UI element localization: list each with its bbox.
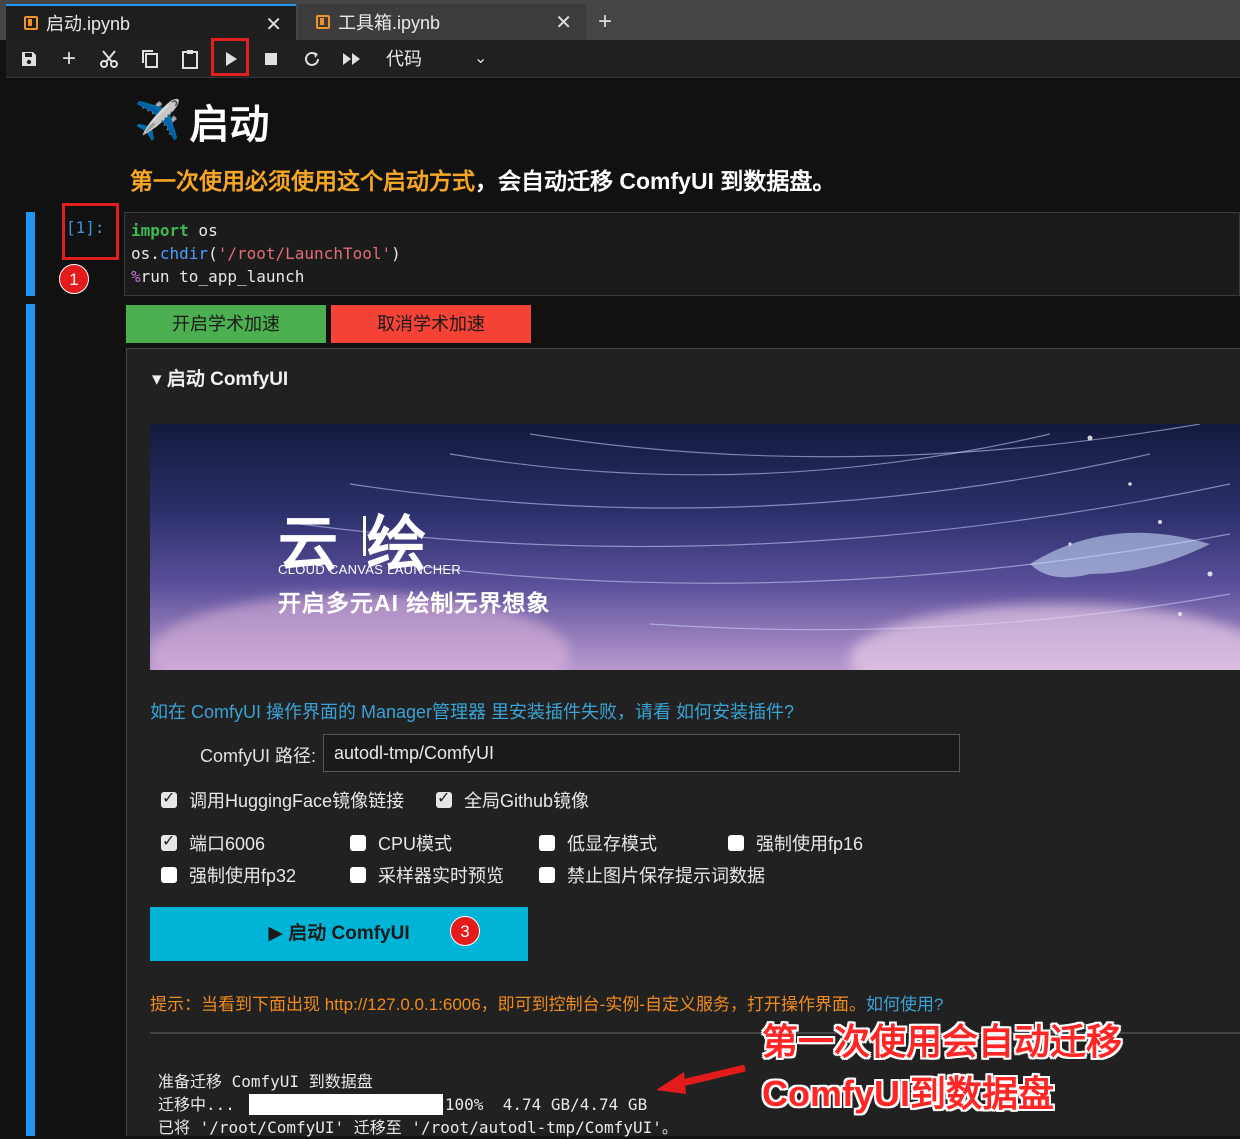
run-all-icon[interactable] bbox=[332, 40, 372, 78]
code-token: '/root/LaunchTool' bbox=[217, 244, 392, 263]
code-token: ) bbox=[391, 244, 401, 263]
checkbox-label: 强制使用fp32 bbox=[189, 866, 297, 886]
markdown-title: ✈️ 启动 bbox=[134, 92, 269, 150]
port-6006-checkbox[interactable]: 端口6006 bbox=[161, 830, 265, 856]
banner-separator bbox=[363, 516, 366, 556]
step-badge-1: 1 bbox=[59, 264, 89, 294]
tab-launch-notebook[interactable]: 启动.ipynb ✕ bbox=[6, 4, 296, 40]
code-token: ( bbox=[208, 244, 218, 263]
log-line: 迁移中... bbox=[158, 1095, 235, 1114]
new-tab-button[interactable]: + bbox=[590, 6, 620, 38]
notebook-icon bbox=[316, 15, 330, 29]
comfyui-path-input[interactable]: autodl-tmp/ComfyUI bbox=[323, 734, 960, 772]
plugin-help-link[interactable]: 如在 ComfyUI 操作界面的 Manager管理器 里安装插件失败，请看 如… bbox=[150, 698, 794, 724]
close-icon[interactable]: ✕ bbox=[265, 12, 282, 37]
restart-icon[interactable] bbox=[292, 40, 332, 78]
checkbox-box[interactable] bbox=[350, 867, 366, 883]
add-icon[interactable]: + bbox=[49, 40, 89, 78]
migration-progress-bar bbox=[249, 1094, 443, 1115]
checkbox-box[interactable] bbox=[728, 835, 744, 851]
banner-image: 云 绘 CLOUD CANVAS LAUNCHER 开启多元AI 绘制无界想象 bbox=[150, 424, 1240, 670]
checkbox-label: 禁止图片保存提示词数据 bbox=[567, 866, 765, 886]
checkbox-label: CPU模式 bbox=[378, 834, 453, 854]
annotation-line: ComfyUI到数据盘 bbox=[762, 1073, 1055, 1114]
code-token: run to_app_launch bbox=[140, 267, 305, 286]
chevron-down-icon[interactable]: ⌄ bbox=[474, 40, 487, 78]
code-token: os. bbox=[131, 244, 160, 263]
how-to-use-link[interactable]: 如何使用? bbox=[866, 995, 943, 1014]
tab-label: 工具箱.ipynb bbox=[338, 13, 441, 33]
low-vram-checkbox[interactable]: 低显存模式 bbox=[539, 830, 657, 856]
output-collapse-bar[interactable] bbox=[26, 304, 35, 1136]
code-token: chdir bbox=[159, 244, 209, 263]
log-line: 100% 4.74 GB/4.74 GB bbox=[444, 1095, 648, 1114]
checkbox-box[interactable] bbox=[436, 788, 452, 808]
subtitle-rest: ，会自动迁移 ComfyUI 到数据盘。 bbox=[475, 168, 836, 194]
cpu-mode-checkbox[interactable]: CPU模式 bbox=[350, 830, 452, 856]
code-editor[interactable]: import os os.chdir('/root/LaunchTool') %… bbox=[124, 212, 1240, 296]
disable-academic-acceleration-button[interactable]: 取消学术加速 bbox=[331, 305, 531, 343]
annotation-arrow-icon bbox=[656, 1064, 746, 1094]
airplane-icon: ✈️ bbox=[134, 100, 182, 142]
disable-metadata-checkbox[interactable]: 禁止图片保存提示词数据 bbox=[539, 862, 765, 888]
notebook-toolbar: + 代码 ⌄ bbox=[6, 40, 1240, 78]
annotation-line: 第一次使用会自动迁移 bbox=[762, 1021, 1123, 1062]
notebook-icon bbox=[24, 16, 38, 30]
details-summary-toggle[interactable]: ▾ 启动 ComfyUI bbox=[152, 364, 288, 391]
checkbox-box[interactable] bbox=[161, 867, 177, 883]
highlight-prompt-box bbox=[62, 203, 119, 260]
close-icon[interactable]: ✕ bbox=[555, 10, 572, 35]
whale-shape bbox=[1030, 532, 1210, 578]
banner-subtitle: CLOUD CANVAS LAUNCHER bbox=[278, 562, 462, 577]
checkbox-label: 调用HuggingFace镜像链接 bbox=[189, 791, 405, 811]
checkbox-box[interactable] bbox=[161, 788, 177, 808]
code-token: import bbox=[131, 221, 189, 240]
cell-selection-bar[interactable] bbox=[26, 212, 35, 296]
title-text: 启动 bbox=[189, 103, 270, 147]
code-token: % bbox=[131, 267, 141, 286]
checkbox-label: 全局Github镜像 bbox=[464, 791, 590, 811]
enable-academic-acceleration-button[interactable]: 开启学术加速 bbox=[126, 305, 326, 343]
copy-icon[interactable] bbox=[130, 40, 170, 78]
step-badge-3: 3 bbox=[450, 916, 480, 946]
tip-text: 提示：当看到下面出现 http://127.0.0.1:6006，即可到控制台-… bbox=[150, 990, 943, 1015]
cut-icon[interactable] bbox=[89, 40, 129, 78]
banner-slogan: 开启多元AI 绘制无界想象 bbox=[278, 590, 551, 616]
path-label: ComfyUI 路径: bbox=[200, 746, 317, 766]
checkbox-box[interactable] bbox=[350, 835, 366, 851]
checkbox-label: 低显存模式 bbox=[567, 834, 657, 854]
checkbox-label: 端口6006 bbox=[189, 834, 266, 854]
tip-body: 提示：当看到下面出现 http://127.0.0.1:6006，即可到控制台-… bbox=[150, 995, 867, 1014]
checkbox-box[interactable] bbox=[539, 835, 555, 851]
checkbox-box[interactable] bbox=[161, 831, 177, 851]
log-line: 准备迁移 ComfyUI 到数据盘 bbox=[158, 1072, 373, 1091]
sampler-preview-checkbox[interactable]: 采样器实时预览 bbox=[350, 862, 504, 888]
stop-icon[interactable] bbox=[251, 40, 291, 78]
github-mirror-checkbox[interactable]: 全局Github镜像 bbox=[436, 787, 589, 813]
force-fp32-checkbox[interactable]: 强制使用fp32 bbox=[161, 862, 296, 888]
subtitle-highlight: 第一次使用必须使用这个启动方式 bbox=[130, 168, 475, 194]
checkbox-box[interactable] bbox=[539, 867, 555, 883]
checkbox-label: 采样器实时预览 bbox=[378, 866, 504, 886]
annotation-text: 第一次使用会自动迁移 ComfyUI到数据盘 bbox=[762, 1016, 1122, 1120]
hf-mirror-checkbox[interactable]: 调用HuggingFace镜像链接 bbox=[161, 787, 404, 813]
force-fp16-checkbox[interactable]: 强制使用fp16 bbox=[728, 830, 863, 856]
tab-toolbox-notebook[interactable]: 工具箱.ipynb ✕ bbox=[298, 4, 586, 40]
save-icon[interactable] bbox=[9, 40, 49, 78]
checkbox-label: 强制使用fp16 bbox=[756, 834, 864, 854]
code-token: os bbox=[188, 221, 218, 240]
paste-icon[interactable] bbox=[170, 40, 210, 78]
highlight-run-box bbox=[211, 38, 249, 76]
tab-label: 启动.ipynb bbox=[46, 14, 131, 34]
markdown-subtitle: 第一次使用必须使用这个启动方式，会自动迁移 ComfyUI 到数据盘。 bbox=[130, 162, 835, 196]
